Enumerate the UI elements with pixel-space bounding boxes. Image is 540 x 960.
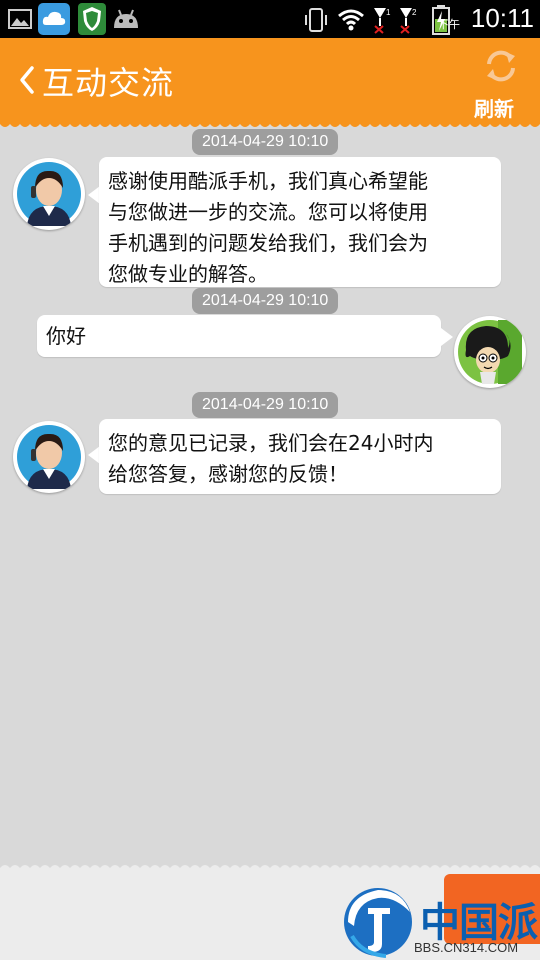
message-line: 你好 (46, 324, 86, 348)
bubble-tail (441, 328, 453, 346)
page-title: 互动交流 (42, 64, 175, 102)
brand-logo-url: BBS.CN314.COM (414, 940, 519, 955)
svg-text:2: 2 (412, 8, 417, 17)
message-timestamp: 2014-04-29 10:10 (192, 288, 339, 314)
avatar[interactable] (13, 158, 85, 230)
agent-avatar-icon (17, 162, 81, 226)
status-bar: 1 2 下午 10:11 (0, 0, 540, 38)
avatar[interactable] (454, 316, 526, 388)
message-line: 给您答复，感谢您的反馈！ (108, 462, 348, 486)
refresh-icon[interactable] (482, 47, 520, 85)
avatar[interactable] (13, 421, 85, 493)
status-time: 10:11 (470, 3, 534, 33)
message-line: 您做专业的解答。 (108, 262, 268, 286)
message-timestamp: 2014-04-29 10:10 (192, 392, 339, 418)
android-icon (114, 9, 138, 28)
vibrate-icon (305, 8, 327, 32)
gallery-icon (8, 9, 32, 29)
refresh-button[interactable]: 刷新 (474, 93, 514, 122)
cn314-logo-icon (344, 888, 412, 958)
user-avatar-icon (458, 320, 522, 384)
cloud-icon (38, 3, 70, 35)
back-arrow-icon[interactable] (14, 60, 40, 100)
message-bubble: 您的意见已记录，我们会在24小时内 给您答复，感谢您的反馈！ (99, 419, 501, 494)
signal-2-icon: 2 (400, 8, 417, 34)
wifi-icon (338, 9, 364, 31)
svg-text:1: 1 (386, 8, 391, 17)
message-bubble: 你好 (37, 315, 441, 357)
status-ampm: 下午 (438, 18, 460, 31)
message-line: 感谢使用酷派手机，我们真心希望能 (108, 169, 428, 193)
message-line: 与您做进一步的交流。您可以将使用 (108, 200, 428, 224)
message-timestamp: 2014-04-29 10:10 (192, 129, 339, 155)
message-line: 手机遇到的问题发给我们，我们会为 (108, 231, 428, 255)
signal-1-icon: 1 (374, 8, 391, 34)
agent-avatar-icon (17, 425, 81, 489)
shield-icon (78, 3, 106, 35)
message-bubble: 感谢使用酷派手机，我们真心希望能 与您做进一步的交流。您可以将使用 手机遇到的问… (99, 157, 501, 287)
message-line: 您的意见已记录，我们会在24小时内 (108, 431, 434, 455)
